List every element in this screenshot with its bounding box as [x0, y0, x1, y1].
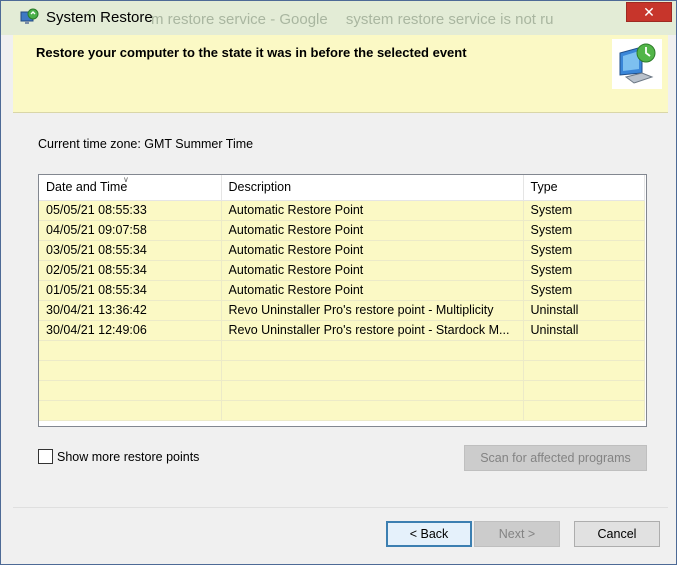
restore-points-table: ∨ Date and Time Description Type 05/05/21…	[39, 175, 645, 421]
system-restore-icon	[20, 8, 39, 24]
next-button[interactable]: Next >	[474, 521, 560, 547]
system-restore-window: m restore service - Google system restor…	[0, 0, 677, 565]
empty-table-row	[39, 340, 645, 361]
empty-cell	[523, 380, 645, 401]
column-header-description[interactable]: Description	[221, 175, 524, 201]
empty-table-row	[39, 380, 645, 401]
cell-description: Automatic Restore Point	[221, 240, 524, 261]
empty-cell	[523, 340, 645, 361]
table-row[interactable]: 02/05/21 08:55:34 Automatic Restore Point…	[39, 260, 645, 281]
table-row[interactable]: 03/05/21 08:55:34 Automatic Restore Point…	[39, 240, 645, 261]
show-more-checkbox[interactable]	[38, 449, 53, 464]
table-header-row: ∨ Date and Time Description Type	[39, 175, 645, 201]
column-header-date[interactable]: ∨ Date and Time	[39, 175, 222, 201]
table-row[interactable]: 30/04/21 12:49:06 Revo Uninstaller Pro's …	[39, 320, 645, 341]
close-button[interactable]: ✕	[626, 2, 672, 22]
column-header-type[interactable]: Type	[523, 175, 645, 201]
window-title: System Restore	[46, 9, 153, 26]
empty-cell	[523, 400, 645, 421]
restore-points-list[interactable]: ∨ Date and Time Description Type 05/05/21…	[38, 174, 647, 427]
table-row[interactable]: 30/04/21 13:36:42 Revo Uninstaller Pro's …	[39, 300, 645, 321]
cell-date: 05/05/21 08:55:33	[39, 200, 222, 221]
cell-description: Automatic Restore Point	[221, 200, 524, 221]
sort-chevron-icon: ∨	[123, 175, 129, 184]
cell-date: 04/05/21 09:07:58	[39, 220, 222, 241]
cell-type: System	[523, 280, 645, 301]
cell-description: Automatic Restore Point	[221, 220, 524, 241]
cell-date: 02/05/21 08:55:34	[39, 260, 222, 281]
timezone-label: Current time zone: GMT Summer Time	[38, 137, 254, 151]
cell-type: System	[523, 200, 645, 221]
background-tab-2: system restore service is not ru	[345, 11, 554, 28]
empty-cell	[39, 400, 222, 421]
cell-type: System	[523, 220, 645, 241]
cancel-button[interactable]: Cancel	[574, 521, 660, 547]
background-tab-1: m restore service - Google	[151, 11, 328, 28]
cell-date: 30/04/21 12:49:06	[39, 320, 222, 341]
empty-cell	[221, 360, 524, 381]
cell-date: 01/05/21 08:55:34	[39, 280, 222, 301]
cell-type: Uninstall	[523, 300, 645, 321]
cell-description: Revo Uninstaller Pro's restore point - S…	[221, 320, 524, 341]
empty-table-row	[39, 400, 645, 421]
empty-cell	[221, 340, 524, 361]
show-more-label[interactable]: Show more restore points	[57, 450, 199, 464]
cell-description: Automatic Restore Point	[221, 280, 524, 301]
background-browser-tabs: m restore service - Google system restor…	[151, 11, 567, 28]
back-button[interactable]: < Back	[386, 521, 472, 547]
empty-cell	[39, 380, 222, 401]
empty-cell	[523, 360, 645, 381]
divider	[13, 507, 668, 508]
cell-type: Uninstall	[523, 320, 645, 341]
cell-date: 03/05/21 08:55:34	[39, 240, 222, 261]
cell-type: System	[523, 240, 645, 261]
table-row[interactable]: 05/05/21 08:55:33 Automatic Restore Point…	[39, 200, 645, 221]
cell-description: Automatic Restore Point	[221, 260, 524, 281]
header-title: Restore your computer to the state it wa…	[36, 45, 467, 60]
system-restore-computer-icon	[612, 39, 662, 89]
empty-table-row	[39, 360, 645, 381]
empty-cell	[221, 400, 524, 421]
scan-affected-programs-button[interactable]: Scan for affected programs	[464, 445, 647, 471]
column-header-date-label: Date and Time	[46, 180, 128, 195]
cell-description: Revo Uninstaller Pro's restore point - M…	[221, 300, 524, 321]
table-row[interactable]: 04/05/21 09:07:58 Automatic Restore Point…	[39, 220, 645, 241]
empty-cell	[39, 360, 222, 381]
main-content: Current time zone: GMT Summer Time ∨ Date…	[13, 113, 668, 556]
cell-date: 30/04/21 13:36:42	[39, 300, 222, 321]
empty-cell	[39, 340, 222, 361]
header-panel: Restore your computer to the state it wa…	[13, 35, 668, 113]
cell-type: System	[523, 260, 645, 281]
empty-cell	[221, 380, 524, 401]
table-row[interactable]: 01/05/21 08:55:34 Automatic Restore Point…	[39, 280, 645, 301]
title-bar[interactable]: m restore service - Google system restor…	[1, 1, 676, 35]
